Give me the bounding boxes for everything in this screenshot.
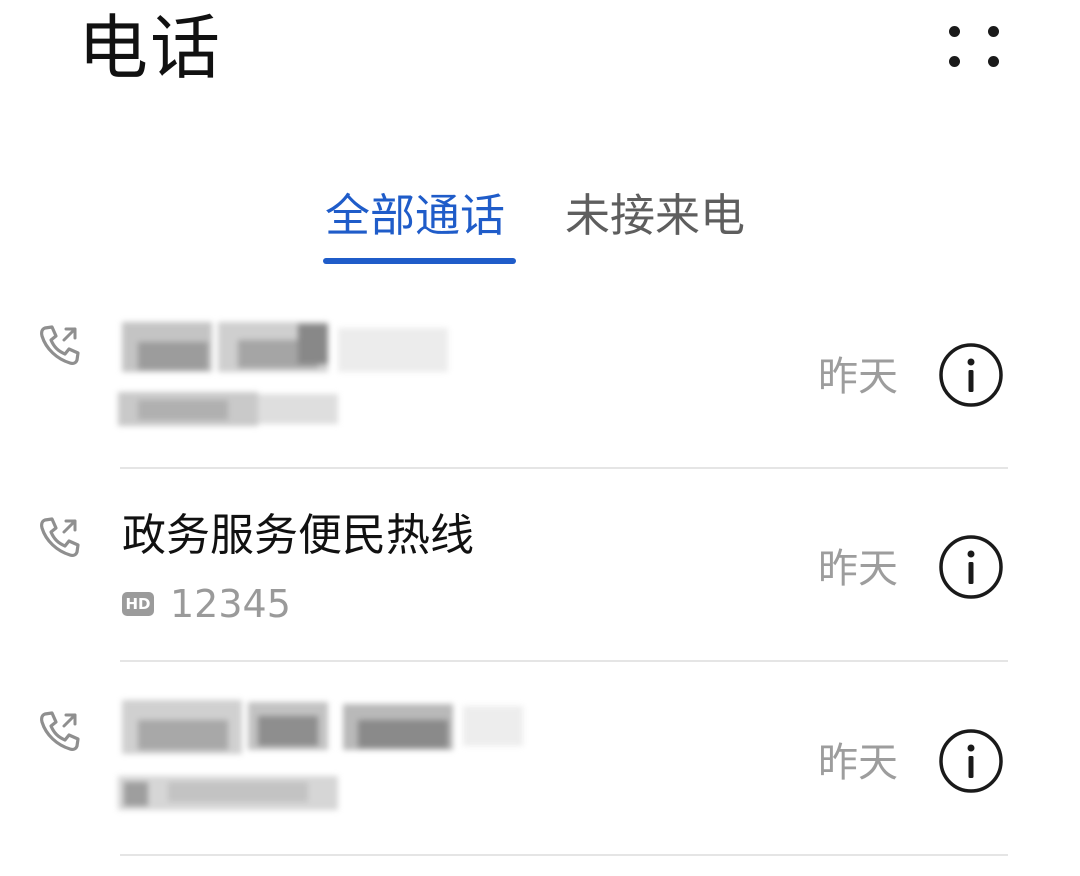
phone-number-line: HD 12345 [122,582,291,626]
more-dots-icon [988,56,999,67]
redacted-phone-number [108,770,358,816]
more-options-button[interactable] [936,14,1012,74]
call-date: 昨天 [818,354,898,400]
call-log-item[interactable]: 昨天 [0,300,1080,490]
info-icon[interactable] [938,342,1004,408]
contact-name: 政务服务便民热线 [122,510,474,561]
redacted-contact-name [108,314,478,388]
outgoing-call-icon [40,711,80,751]
info-icon[interactable] [938,534,1004,600]
more-dots-icon [949,56,960,67]
redacted-contact-name [108,690,528,770]
tab-selected-indicator [323,258,516,264]
call-date: 昨天 [818,546,898,592]
outgoing-call-icon [40,517,80,557]
more-dots-icon [988,26,999,37]
redacted-phone-number [108,388,348,430]
call-date: 昨天 [818,740,898,786]
call-log-item[interactable]: 政务服务便民热线 HD 12345 昨天 [0,492,1080,682]
list-divider [120,660,1008,662]
page-title: 电话 [78,7,222,89]
info-icon[interactable] [938,728,1004,794]
outgoing-call-icon [40,325,80,365]
tab-missed-calls[interactable]: 未接来电 [565,186,745,246]
more-dots-icon [949,26,960,37]
hd-badge: HD [122,592,154,616]
phone-number: 12345 [170,582,291,626]
tab-all-calls[interactable]: 全部通话 [325,186,505,246]
call-log-item[interactable]: 昨天 [0,686,1080,876]
list-divider [120,467,1008,469]
list-divider [120,854,1008,856]
